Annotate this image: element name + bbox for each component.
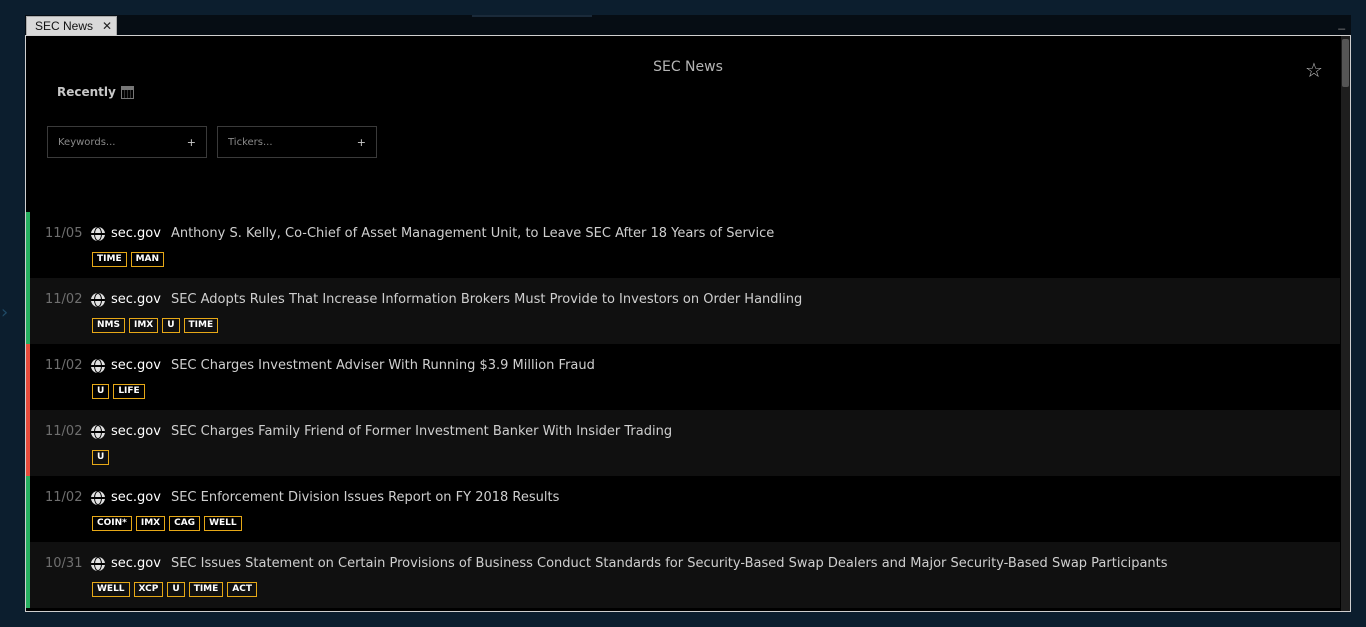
news-row-line: 10/31 sec.gov SEC Issues Statement on Cert… <box>45 556 1168 571</box>
news-date: 11/02 <box>45 490 83 505</box>
news-date: 10/31 <box>45 556 83 571</box>
ticker-tag[interactable]: TIME <box>92 252 127 267</box>
news-source[interactable]: sec.gov <box>111 358 161 373</box>
ticker-tags: COIN* IMX CAG WELL <box>92 516 242 531</box>
ticker-tag[interactable]: COIN* <box>92 516 132 531</box>
ticker-tags: TIME MAN <box>92 252 165 267</box>
news-source[interactable]: sec.gov <box>111 490 161 505</box>
news-headline[interactable]: SEC Charges Family Friend of Former Inve… <box>171 424 672 439</box>
globe-icon <box>91 292 105 307</box>
star-icon[interactable]: ☆ <box>1305 58 1323 82</box>
ticker-tag[interactable]: U <box>92 450 110 465</box>
news-list: 11/05 sec.gov Anthony S. Kelly, Co-Chief o… <box>26 212 1340 608</box>
news-row[interactable]: 11/02 sec.gov SEC Adopts Rules That Increa… <box>26 278 1340 344</box>
tab-bar: SEC News ✕ _ <box>25 15 1351 35</box>
ticker-tag[interactable]: U <box>167 582 185 597</box>
ticker-tags: WELL XCP U TIME ACT <box>92 582 257 597</box>
news-row[interactable]: 10/31 sec.gov SEC Issues Statement on Cert… <box>26 542 1340 608</box>
news-row-line: 11/02 sec.gov SEC Adopts Rules That Increa… <box>45 292 802 307</box>
ticker-tag[interactable]: XCP <box>133 582 164 597</box>
news-source[interactable]: sec.gov <box>111 424 161 439</box>
news-headline[interactable]: SEC Enforcement Division Issues Report o… <box>171 490 559 505</box>
globe-icon <box>91 490 105 505</box>
ticker-tag[interactable]: ACT <box>227 582 257 597</box>
tab-label: SEC News <box>35 19 94 33</box>
keywords-filter: + <box>47 126 207 158</box>
scrollbar-thumb[interactable] <box>1342 39 1349 87</box>
ticker-tag[interactable]: U <box>92 384 110 399</box>
news-headline[interactable]: SEC Issues Statement on Certain Provisio… <box>171 556 1168 571</box>
news-headline[interactable]: SEC Charges Investment Adviser With Runn… <box>171 358 595 373</box>
news-headline[interactable]: Anthony S. Kelly, Co-Chief of Asset Mana… <box>171 226 774 241</box>
news-date: 11/02 <box>45 424 83 439</box>
ticker-tag[interactable]: WELL <box>92 582 130 597</box>
news-headline[interactable]: SEC Adopts Rules That Increase Informati… <box>171 292 802 307</box>
ticker-tags: U <box>92 450 110 465</box>
tickers-filter: + <box>217 126 377 158</box>
recently-filter[interactable]: Recently <box>57 85 134 99</box>
tab-placeholder <box>472 15 592 17</box>
news-date: 11/02 <box>45 358 83 373</box>
news-panel: SEC News ☆ Recently + + 11/05 sec.gov Anth… <box>25 35 1351 612</box>
page-title: SEC News <box>653 59 723 75</box>
tab-sec-news[interactable]: SEC News ✕ <box>26 16 117 35</box>
news-row[interactable]: 11/02 sec.gov SEC Charges Family Friend of… <box>26 410 1340 476</box>
minimize-button[interactable]: _ <box>1338 16 1345 30</box>
news-row-line: 11/02 sec.gov SEC Charges Family Friend of… <box>45 424 672 439</box>
keywords-input[interactable] <box>58 136 168 148</box>
news-source[interactable]: sec.gov <box>111 292 161 307</box>
close-icon[interactable]: ✕ <box>102 19 112 33</box>
globe-icon <box>91 358 105 373</box>
news-row[interactable]: 11/02 sec.gov SEC Charges Investment Advis… <box>26 344 1340 410</box>
expand-sidebar-chevron-icon[interactable]: › <box>1 302 8 323</box>
news-row-line: 11/05 sec.gov Anthony S. Kelly, Co-Chief o… <box>45 226 774 241</box>
add-ticker-button[interactable]: + <box>357 136 366 149</box>
ticker-tag[interactable]: TIME <box>188 582 224 597</box>
news-row[interactable]: 11/05 sec.gov Anthony S. Kelly, Co-Chief o… <box>26 212 1340 278</box>
globe-icon <box>91 226 105 241</box>
news-row[interactable]: 11/02 sec.gov SEC Enforcement Division Iss… <box>26 476 1340 542</box>
news-date: 11/05 <box>45 226 83 241</box>
news-source[interactable]: sec.gov <box>111 226 161 241</box>
ticker-tag[interactable]: U <box>162 318 180 333</box>
ticker-tag[interactable]: WELL <box>204 516 242 531</box>
ticker-tag[interactable]: NMS <box>92 318 125 333</box>
ticker-tag[interactable]: CAG <box>169 516 201 531</box>
ticker-tag[interactable]: LIFE <box>113 384 145 399</box>
news-row-line: 11/02 sec.gov SEC Enforcement Division Iss… <box>45 490 559 505</box>
ticker-tag[interactable]: TIME <box>183 318 219 333</box>
recently-label: Recently <box>57 85 116 99</box>
globe-icon <box>91 556 105 571</box>
add-keyword-button[interactable]: + <box>187 136 196 149</box>
news-row-line: 11/02 sec.gov SEC Charges Investment Advis… <box>45 358 595 373</box>
ticker-tags: U LIFE <box>92 384 145 399</box>
news-source[interactable]: sec.gov <box>111 556 161 571</box>
vertical-scrollbar[interactable] <box>1341 36 1350 611</box>
globe-icon <box>91 424 105 439</box>
ticker-tags: NMS IMX U TIME <box>92 318 219 333</box>
ticker-tag[interactable]: MAN <box>130 252 165 267</box>
ticker-tag[interactable]: IMX <box>135 516 166 531</box>
news-date: 11/02 <box>45 292 83 307</box>
tickers-input[interactable] <box>228 136 338 148</box>
ticker-tag[interactable]: IMX <box>128 318 159 333</box>
calendar-icon[interactable] <box>120 85 134 99</box>
